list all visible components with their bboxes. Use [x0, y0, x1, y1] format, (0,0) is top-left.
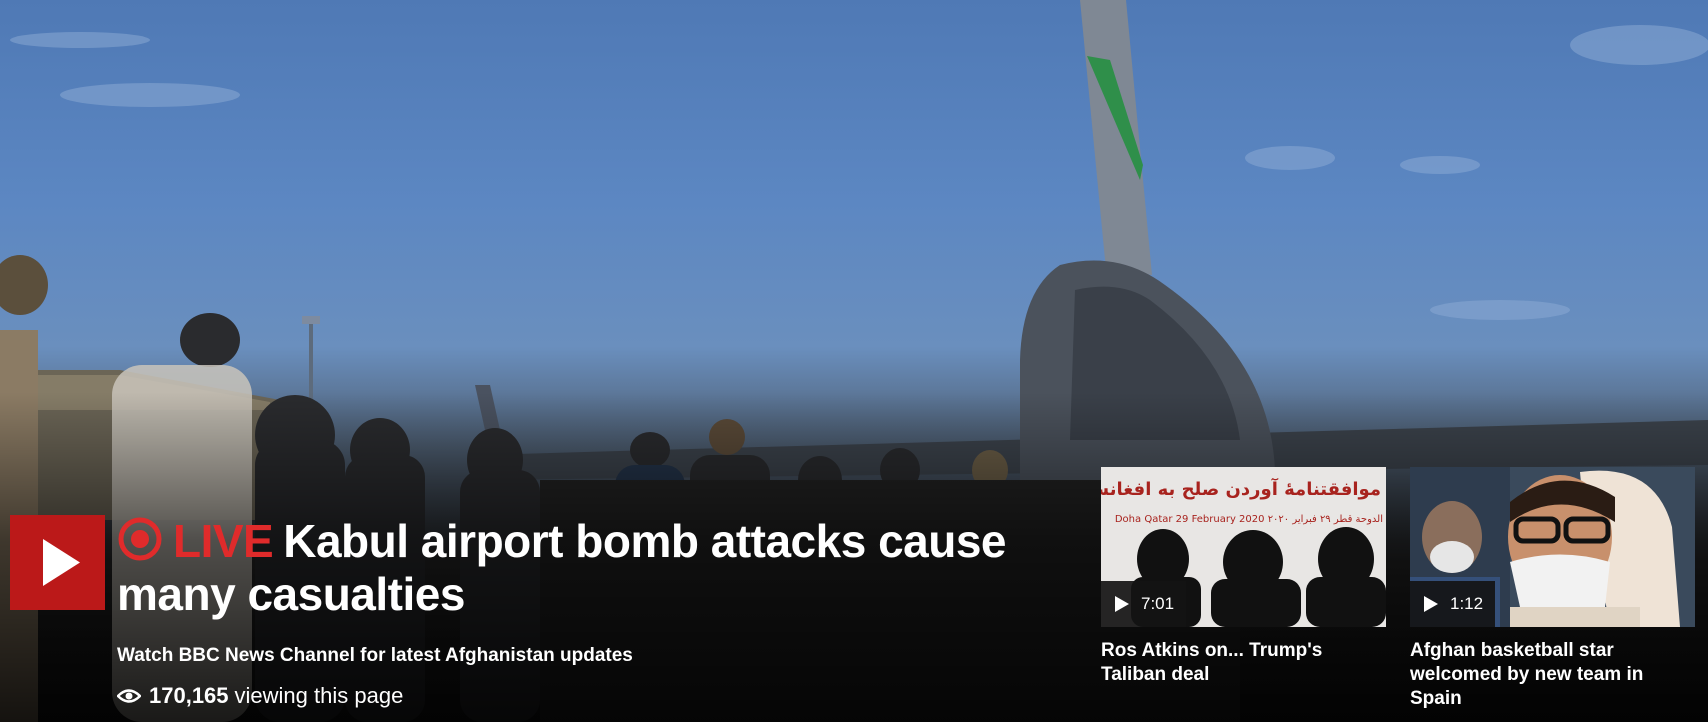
svg-text:موافقتنامۀ آوردن صلح به افغانس: موافقتنامۀ آوردن صلح به افغانستان: [1101, 477, 1381, 500]
live-play-button[interactable]: [10, 515, 105, 610]
play-icon: [1424, 596, 1438, 612]
live-indicator-icon: [118, 517, 162, 561]
video-card[interactable]: 1:12 Afghan basketball star welcomed by …: [1410, 467, 1695, 711]
live-hero-banner[interactable]: LIVE Kabul airport bomb attacks cause man…: [0, 0, 1708, 722]
viewer-count: 170,165 viewing this page: [117, 683, 403, 709]
video-thumbnail[interactable]: موافقتنامۀ آوردن صلح به افغانستان Doha Q…: [1101, 467, 1386, 627]
eye-icon: [117, 689, 141, 703]
video-duration: 7:01: [1101, 581, 1187, 627]
video-title-link[interactable]: Afghan basketball star welcomed by new t…: [1410, 639, 1695, 711]
video-duration: 1:12: [1410, 581, 1496, 627]
play-icon: [1115, 596, 1129, 612]
svg-text:Doha Qatar 29 February 2020 ال: Doha Qatar 29 February 2020 الدوحة قطر ٢…: [1115, 514, 1383, 525]
live-label: LIVE: [173, 515, 274, 567]
video-card[interactable]: موافقتنامۀ آوردن صلح به افغانستان Doha Q…: [1101, 467, 1386, 687]
video-thumbnail[interactable]: 1:12: [1410, 467, 1695, 627]
play-icon: [43, 539, 80, 586]
viewer-count-number: 170,165: [149, 683, 229, 708]
duration-text: 7:01: [1141, 594, 1175, 613]
viewer-count-label: viewing this page: [234, 683, 404, 708]
subheadline: Watch BBC News Channel for latest Afghan…: [117, 645, 633, 666]
headline-link[interactable]: LIVE Kabul airport bomb attacks cause man…: [117, 515, 1037, 621]
duration-text: 1:12: [1450, 594, 1484, 613]
video-title-link[interactable]: Ros Atkins on... Trump's Taliban deal: [1101, 639, 1386, 687]
